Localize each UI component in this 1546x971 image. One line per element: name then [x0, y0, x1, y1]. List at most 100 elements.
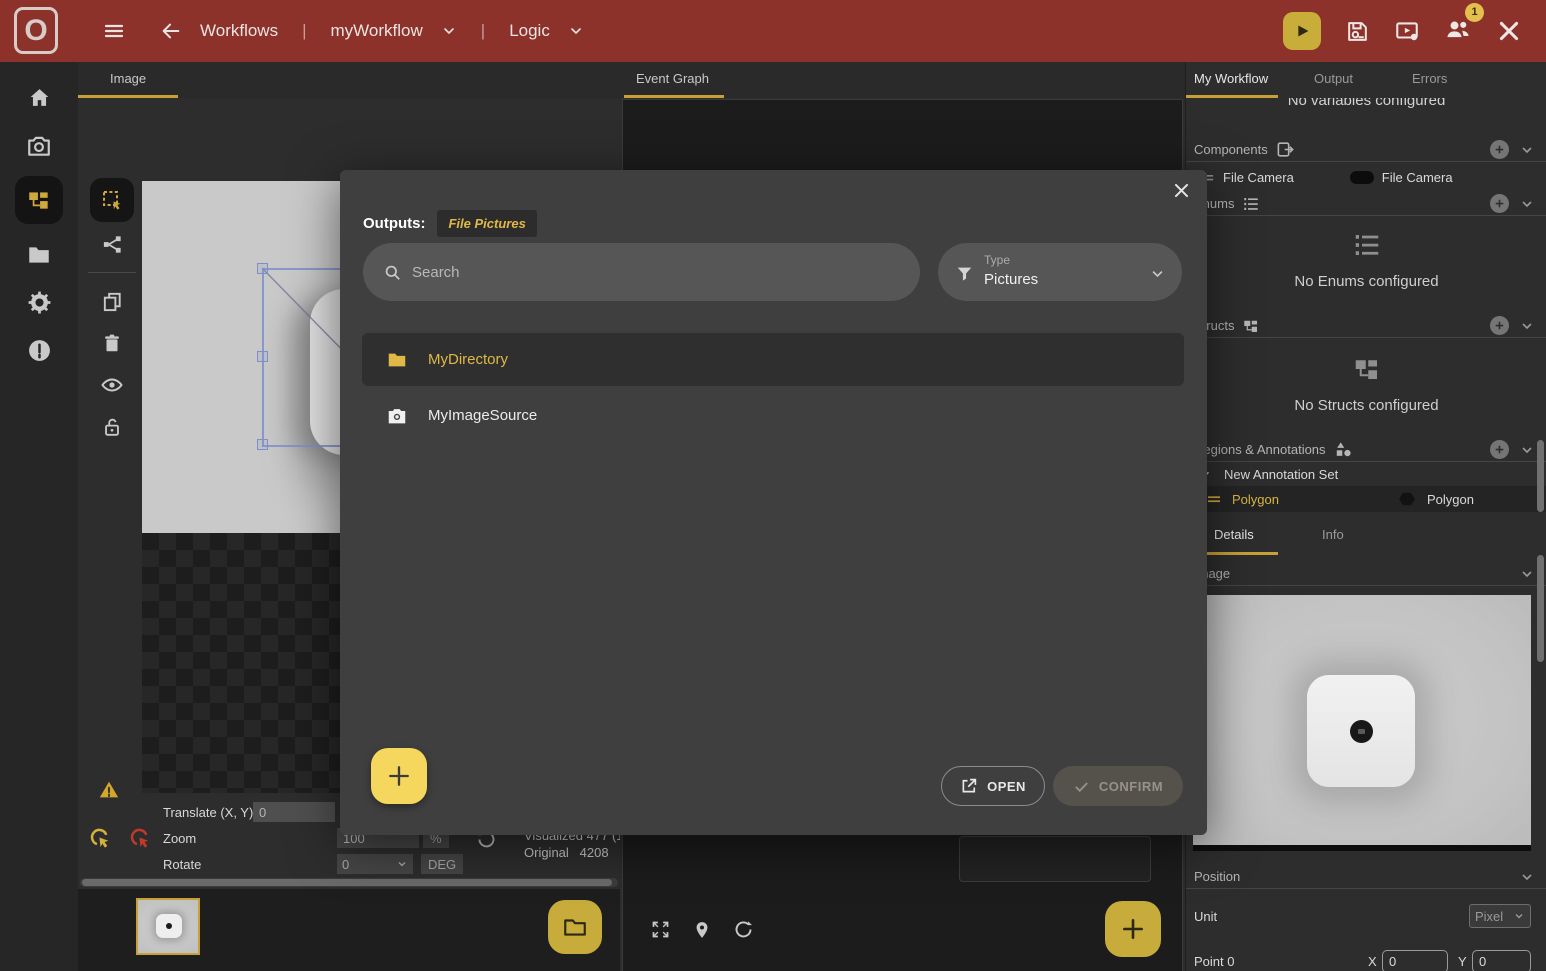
- viewer-toolstrip: [88, 178, 136, 447]
- graph-node[interactable]: [959, 836, 1151, 882]
- drag-handle-icon[interactable]: [1206, 491, 1222, 507]
- add-output-fab[interactable]: [371, 748, 427, 804]
- selection-handle[interactable]: [257, 351, 268, 362]
- workflow-name[interactable]: myWorkflow: [331, 21, 423, 41]
- workflow-inspector-panel: No variables configured My Workflow Outp…: [1185, 62, 1546, 971]
- tab-details[interactable]: Details: [1214, 527, 1254, 542]
- add-region-button[interactable]: [1490, 440, 1509, 459]
- rotate-select[interactable]: 0: [337, 854, 413, 874]
- graph-tabbar: Event Graph: [620, 62, 1185, 98]
- close-icon[interactable]: [1167, 176, 1195, 204]
- position-section-header[interactable]: Position: [1186, 865, 1546, 889]
- play-icon: [1291, 20, 1313, 42]
- view-name[interactable]: Logic: [509, 21, 550, 41]
- type-filter-dropdown[interactable]: Type Pictures: [938, 243, 1182, 301]
- share-nodes-tool[interactable]: [90, 224, 134, 264]
- chevron-down-icon[interactable]: [568, 23, 584, 39]
- image-section-header[interactable]: Image: [1186, 562, 1546, 586]
- annotation-set-row[interactable]: New Annotation Set: [1186, 462, 1546, 486]
- snap-cursor-red-icon[interactable]: [128, 826, 153, 851]
- chevron-down-icon[interactable]: [1519, 318, 1535, 334]
- tab-output[interactable]: Output: [1314, 71, 1353, 86]
- duplicate-tool[interactable]: [90, 281, 134, 321]
- chevron-down-icon[interactable]: [1519, 442, 1535, 458]
- tab-errors[interactable]: Errors: [1412, 71, 1447, 86]
- notification-badge[interactable]: 1: [1465, 3, 1484, 22]
- regions-section-header[interactable]: Regions & Annotations: [1186, 438, 1546, 462]
- menu-icon[interactable]: [102, 19, 126, 43]
- sidebar-item-workflows[interactable]: [15, 176, 63, 224]
- run-button[interactable]: [1283, 12, 1321, 50]
- search-input[interactable]: [412, 264, 920, 281]
- tab-my-workflow[interactable]: My Workflow: [1194, 71, 1268, 86]
- add-component-button[interactable]: [1490, 140, 1509, 159]
- component-row[interactable]: File Camera File Camera: [1186, 166, 1546, 188]
- scrollbar-thumb[interactable]: [1537, 440, 1544, 512]
- back-arrow-icon[interactable]: [160, 20, 182, 42]
- confirm-button[interactable]: CONFIRM: [1053, 766, 1183, 806]
- rotate-value: 0: [342, 857, 349, 872]
- pin-icon[interactable]: [692, 919, 712, 940]
- annotation-name: Polygon: [1232, 492, 1279, 507]
- list-item-directory[interactable]: MyDirectory: [362, 333, 1184, 386]
- components-section-header[interactable]: Components: [1186, 138, 1546, 162]
- regions-label: Regions & Annotations: [1194, 442, 1326, 457]
- scrollbar-thumb[interactable]: [1537, 555, 1544, 662]
- component-toggle[interactable]: [1350, 171, 1374, 184]
- structs-section-header[interactable]: Structs: [1186, 314, 1546, 338]
- point0-y-input[interactable]: [1472, 950, 1531, 971]
- image-tabbar: Image: [78, 62, 620, 98]
- confirm-button-label: CONFIRM: [1099, 779, 1163, 794]
- annotation-row[interactable]: Polygon Polygon: [1186, 486, 1546, 512]
- tab-info[interactable]: Info: [1322, 527, 1344, 542]
- open-external-icon: [960, 777, 978, 795]
- detail-image-preview[interactable]: [1193, 595, 1531, 851]
- marquee-select-tool[interactable]: [90, 178, 134, 222]
- chevron-down-icon[interactable]: [1519, 869, 1535, 885]
- sidebar-item-alerts[interactable]: [15, 333, 63, 368]
- enums-section-header[interactable]: Enums: [1186, 192, 1546, 216]
- sidebar-item-settings[interactable]: [15, 285, 63, 320]
- graph-toolbar: [650, 919, 754, 940]
- structs-icon: [1242, 317, 1260, 335]
- component-name: File Camera: [1223, 170, 1294, 185]
- translate-x-input[interactable]: [253, 802, 335, 822]
- horizontal-scrollbar[interactable]: [80, 878, 618, 887]
- folder-icon: [26, 242, 52, 268]
- add-struct-button[interactable]: [1490, 316, 1509, 335]
- open-button[interactable]: OPEN: [941, 766, 1045, 806]
- tab-image[interactable]: Image: [110, 71, 146, 86]
- snap-cursor-yellow-icon[interactable]: [88, 826, 113, 851]
- scrollbar-thumb[interactable]: [82, 879, 612, 886]
- visibility-tool[interactable]: [90, 365, 134, 405]
- selection-handle[interactable]: [257, 263, 268, 274]
- unit-select[interactable]: Pixel: [1469, 904, 1531, 928]
- fit-view-icon[interactable]: [650, 919, 671, 940]
- chevron-down-icon[interactable]: [1519, 142, 1535, 158]
- component-type: File Camera: [1382, 170, 1453, 185]
- tab-event-graph[interactable]: Event Graph: [636, 71, 709, 86]
- display-settings-icon[interactable]: [1394, 18, 1420, 44]
- save-icon[interactable]: [1345, 19, 1370, 44]
- sidebar-item-home[interactable]: [15, 80, 63, 115]
- delete-tool[interactable]: [90, 323, 134, 363]
- add-enum-button[interactable]: [1490, 194, 1509, 213]
- refresh-icon[interactable]: [733, 919, 754, 940]
- sidebar-item-camera[interactable]: [15, 128, 63, 163]
- search-field[interactable]: [363, 243, 920, 301]
- chevron-down-icon[interactable]: [1519, 196, 1535, 212]
- open-folder-fab[interactable]: [548, 900, 602, 954]
- selection-handle[interactable]: [257, 439, 268, 450]
- lock-tool[interactable]: [90, 407, 134, 447]
- add-node-fab[interactable]: [1105, 901, 1161, 957]
- image-thumbnail[interactable]: [136, 898, 200, 955]
- outputs-picker-modal: Outputs: File Pictures Type Pictures MyD…: [340, 170, 1207, 835]
- chevron-down-icon[interactable]: [1519, 566, 1535, 582]
- sidebar-item-files[interactable]: [15, 237, 63, 272]
- point0-x-input[interactable]: [1382, 950, 1448, 971]
- tools-icon[interactable]: [1496, 18, 1522, 44]
- list-item-image-source[interactable]: MyImageSource: [362, 389, 1184, 442]
- app-logo[interactable]: O: [14, 7, 58, 54]
- breadcrumb-workflows[interactable]: Workflows: [200, 21, 278, 41]
- chevron-down-icon[interactable]: [441, 23, 457, 39]
